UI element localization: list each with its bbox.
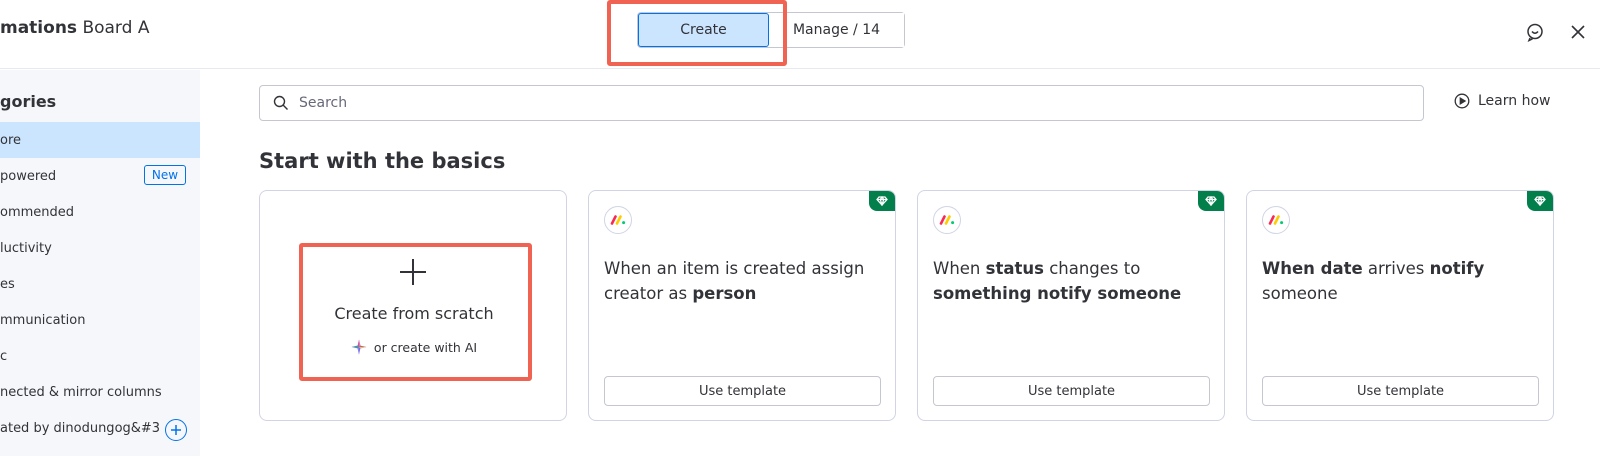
monday-logo-icon xyxy=(1262,206,1290,234)
template-card[interactable]: When an item is created assign creator a… xyxy=(588,190,896,421)
sidebar-item-explore[interactable]: ore xyxy=(0,122,200,158)
plus-icon xyxy=(400,259,426,285)
template-card[interactable]: When status changes to something notify … xyxy=(917,190,1225,421)
search-box xyxy=(259,85,1424,121)
create-with-ai-label: or create with AI xyxy=(373,339,478,355)
board-title-rest: Board A xyxy=(77,18,150,38)
sidebar-item-communication[interactable]: mmunication xyxy=(0,302,200,338)
template-text-bold: When date xyxy=(1262,259,1363,278)
feedback-icon[interactable] xyxy=(1523,20,1547,44)
use-template-button[interactable]: Use template xyxy=(1262,376,1539,406)
play-circle-icon xyxy=(1454,93,1470,109)
use-template-button[interactable]: Use template xyxy=(604,376,881,406)
template-description: When status changes to something notify … xyxy=(933,256,1218,306)
ai-sparkle-icon xyxy=(351,339,367,355)
mode-switcher: Create Manage / 14 xyxy=(637,12,905,48)
template-text: When xyxy=(933,259,986,278)
categories-sidebar: gories ore powered ommended luctivity es… xyxy=(0,70,200,456)
plus-icon xyxy=(171,425,181,435)
template-description: When an item is created assign creator a… xyxy=(604,256,889,306)
template-text-bold: notify xyxy=(1429,259,1485,278)
section-title: Start with the basics xyxy=(259,149,506,173)
premium-diamond-icon xyxy=(1198,191,1224,211)
template-text-bold: person xyxy=(692,284,757,303)
template-text: arrives xyxy=(1362,259,1430,278)
learn-how-link[interactable]: Learn how xyxy=(1454,93,1550,109)
premium-diamond-icon xyxy=(869,191,895,211)
search-icon xyxy=(273,95,288,110)
search-input[interactable] xyxy=(297,94,1401,112)
create-tab[interactable]: Create xyxy=(638,13,769,47)
sidebar-item-connected-mirror[interactable]: nected & mirror columns xyxy=(0,374,200,410)
add-category-button[interactable] xyxy=(165,419,187,441)
template-description: When date arrives notify someone xyxy=(1262,256,1547,306)
sidebar-item-created-by[interactable]: ated by dinodungog&#3... xyxy=(0,410,160,446)
board-title: mations Board A xyxy=(0,18,149,38)
manage-tab[interactable]: Manage / 14 xyxy=(769,13,904,47)
sidebar-item-basic[interactable]: c xyxy=(0,338,200,374)
premium-diamond-icon xyxy=(1527,191,1553,211)
use-template-button[interactable]: Use template xyxy=(933,376,1210,406)
sidebar-item-recommended[interactable]: ommended xyxy=(0,194,200,230)
create-with-ai-link[interactable]: or create with AI xyxy=(260,339,566,355)
template-text: changes to xyxy=(1043,259,1141,278)
learn-how-label: Learn how xyxy=(1478,93,1551,109)
create-from-scratch-title: Create from scratch xyxy=(334,304,494,323)
close-icon[interactable] xyxy=(1566,20,1590,44)
sidebar-item-dates[interactable]: es xyxy=(0,266,200,302)
board-title-bold: mations xyxy=(0,18,78,38)
new-badge: New xyxy=(144,165,186,185)
monday-logo-icon xyxy=(604,206,632,234)
monday-logo-icon xyxy=(933,206,961,234)
template-card[interactable]: When date arrives notify someone Use tem… xyxy=(1246,190,1554,421)
sidebar-item-productivity[interactable]: luctivity xyxy=(0,230,200,266)
top-bar: mations Board A Create Manage / 14 xyxy=(0,0,1600,69)
template-text: someone xyxy=(1262,284,1338,303)
template-text-bold: something notify someone xyxy=(933,284,1182,303)
sidebar-title: gories xyxy=(0,92,57,111)
template-text-bold: status xyxy=(985,259,1044,278)
create-from-scratch-card[interactable]: Create from scratch or create with AI xyxy=(259,190,567,421)
